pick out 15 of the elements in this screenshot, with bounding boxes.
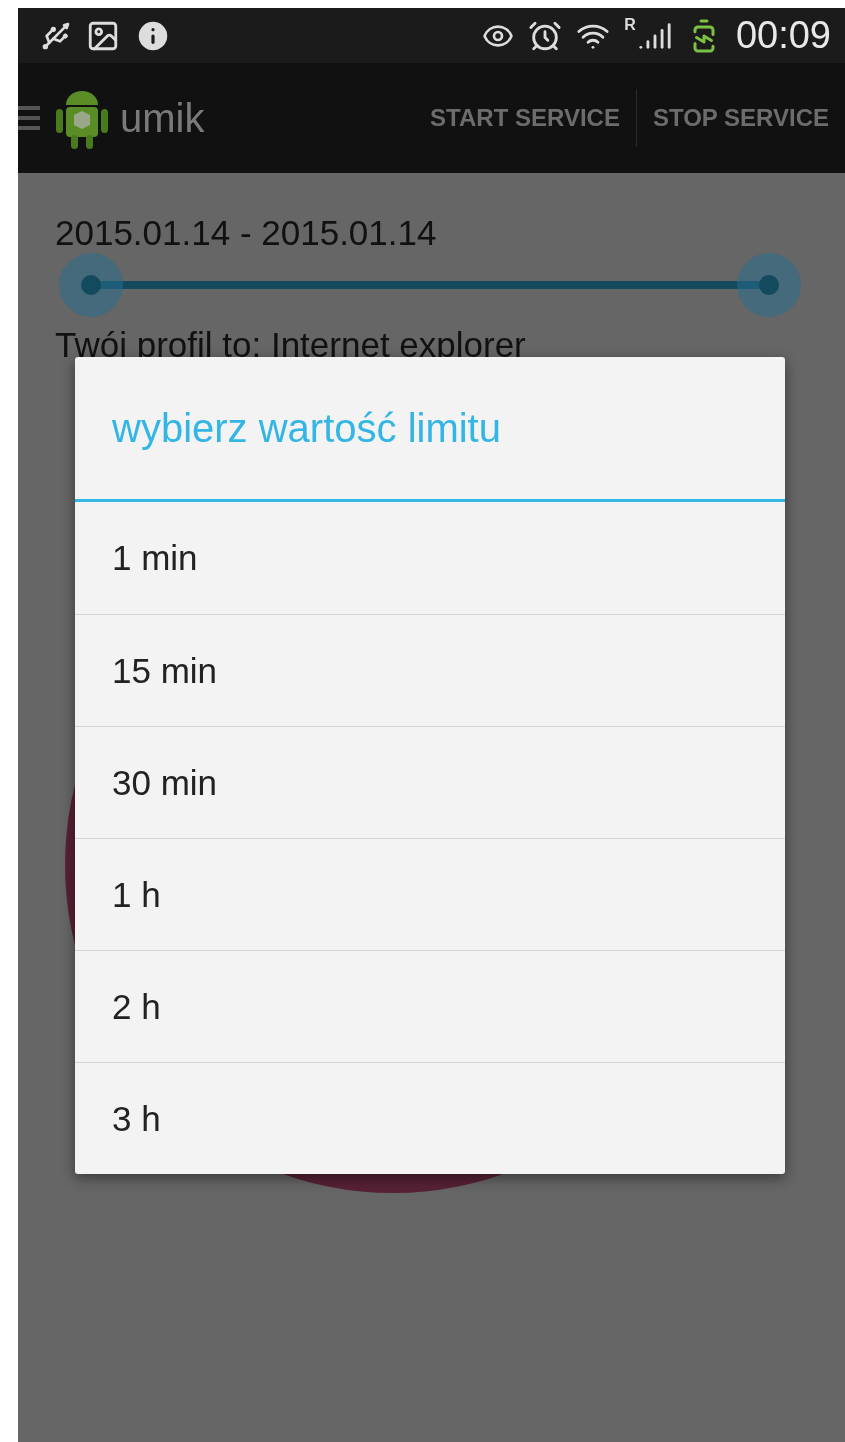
date-range: 2015.01.14 - 2015.01.14 (55, 213, 438, 253)
app-title: umik (120, 95, 205, 141)
dialog-option[interactable]: 30 min (75, 726, 785, 838)
clock-time: 00:09 (735, 14, 831, 57)
dialog-option[interactable]: 3 h (75, 1062, 785, 1174)
dialog-option[interactable]: 15 min (75, 614, 785, 726)
dialog-option[interactable]: 2 h (75, 950, 785, 1062)
dialog-option[interactable]: 1 h (75, 838, 785, 950)
dialog-option[interactable]: 1 min (75, 502, 785, 614)
range-slider[interactable] (59, 253, 801, 317)
action-button[interactable]: STOP SERVICE (636, 63, 845, 173)
dialog-title: wybierz wartość limitu (75, 357, 785, 502)
roaming-indicator: R (624, 16, 636, 34)
action-button[interactable]: START SERVICE (414, 63, 636, 173)
menu-icon[interactable] (18, 104, 40, 132)
